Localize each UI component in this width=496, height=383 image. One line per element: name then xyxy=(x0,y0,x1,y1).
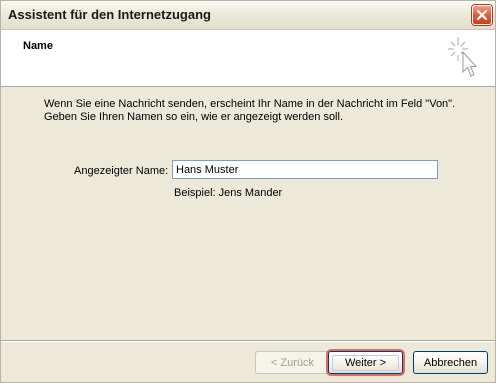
window-title: Assistent für den Internetzugang xyxy=(8,7,211,22)
display-name-label: Angezeigter Name: xyxy=(74,165,169,177)
intro-text: Wenn Sie eine Nachricht senden, erschein… xyxy=(44,98,484,124)
intro-line-2: Geben Sie Ihren Namen so ein, wie er ang… xyxy=(44,111,344,123)
cancel-button[interactable]: Abbrechen xyxy=(413,351,488,374)
wizard-header: Name xyxy=(1,30,495,87)
example-text: Beispiel: Jens Mander xyxy=(174,187,283,199)
close-button[interactable] xyxy=(472,5,492,25)
close-icon xyxy=(476,9,488,21)
footer-divider xyxy=(1,340,495,342)
title-bar[interactable]: Assistent für den Internetzugang xyxy=(1,1,495,30)
back-button[interactable]: < Zurück xyxy=(255,351,330,374)
wizard-window: Assistent für den Internetzugang Name We… xyxy=(0,0,496,383)
next-button[interactable]: Weiter > xyxy=(328,351,403,374)
intro-line-1: Wenn Sie eine Nachricht senden, erschein… xyxy=(44,98,456,110)
display-name-input[interactable] xyxy=(172,160,438,179)
page-title: Name xyxy=(23,40,53,52)
next-button-label: Weiter > xyxy=(331,354,400,371)
wizard-sparkle-cursor-icon xyxy=(448,37,478,77)
